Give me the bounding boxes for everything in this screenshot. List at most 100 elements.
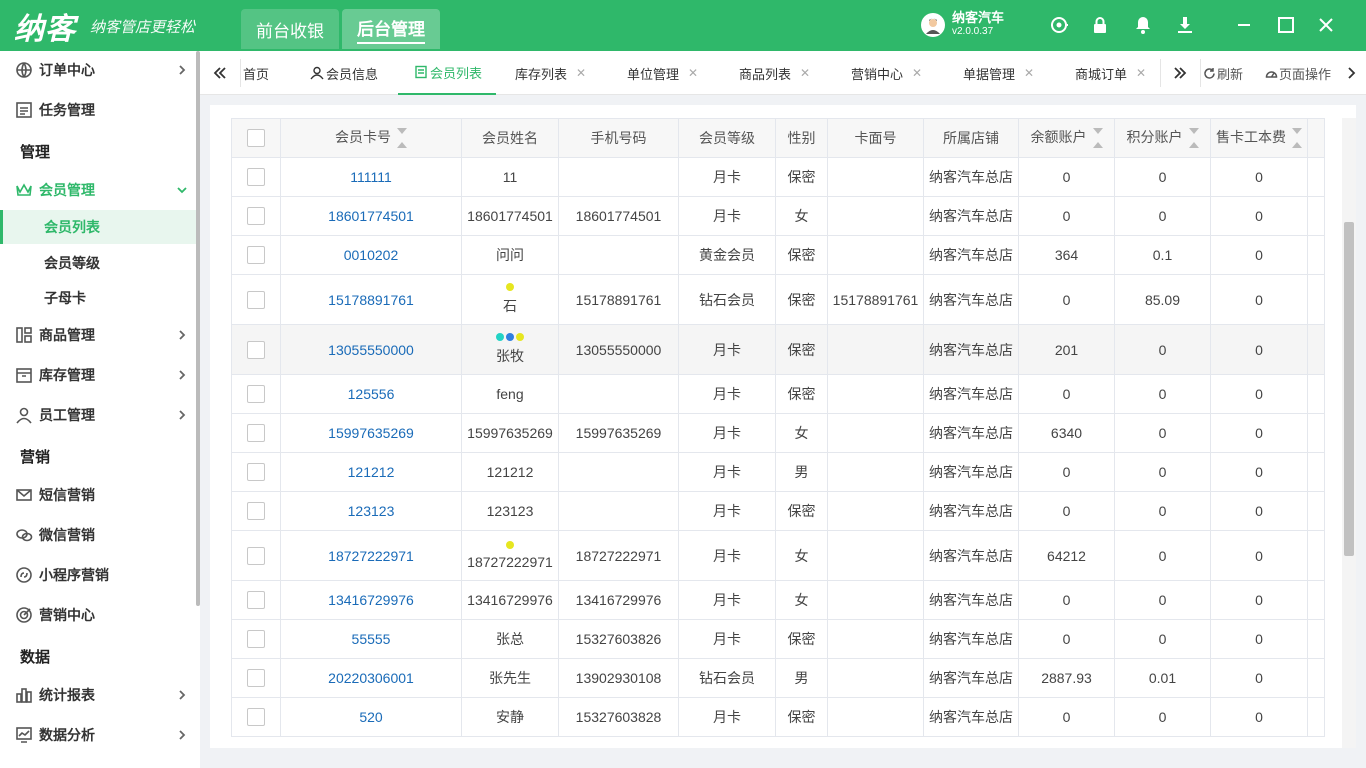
tab-home[interactable]: 首页 — [243, 51, 269, 95]
bell-icon[interactable] — [1132, 14, 1154, 36]
table-row[interactable]: 15178891761 石 15178891761 钻石会员 保密 15178891761… — [231, 274, 1325, 325]
download-icon[interactable] — [1174, 14, 1196, 36]
sidebar-item-marketing-center[interactable]: 营销中心 — [0, 597, 196, 633]
table-row[interactable]: 13055550000 张牧 13055550000 月卡 保密 纳客汽车总店 201 0 0 — [231, 324, 1325, 375]
close-icon[interactable] — [1315, 14, 1337, 36]
tab-bills[interactable]: 单据管理 ✕ — [963, 51, 1034, 95]
sidebar-scrollbar[interactable] — [196, 51, 200, 606]
close-icon[interactable]: ✕ — [800, 66, 810, 80]
member-card-link[interactable]: 18601774501 — [280, 196, 462, 236]
row-checkbox[interactable] — [247, 546, 265, 565]
row-checkbox[interactable] — [247, 669, 265, 688]
member-card-link[interactable]: 15997635269 — [280, 413, 462, 453]
nav-tab-cashier[interactable]: 前台收银 — [241, 9, 339, 49]
tab-stock-list[interactable]: 库存列表 ✕ — [515, 51, 586, 95]
row-checkbox[interactable] — [247, 630, 265, 649]
close-icon[interactable]: ✕ — [1024, 66, 1034, 80]
member-card-link[interactable]: 15178891761 — [280, 274, 462, 325]
tab-marketing[interactable]: 营销中心 ✕ — [851, 51, 922, 95]
tab-goods-list[interactable]: 商品列表 ✕ — [739, 51, 810, 95]
sidebar-sub-member-list[interactable]: 会员列表 — [0, 210, 196, 244]
row-checkbox[interactable] — [247, 207, 265, 226]
column-header[interactable]: 售卡工本费 — [1210, 118, 1308, 158]
close-icon[interactable]: ✕ — [688, 66, 698, 80]
page-ops-chevron-icon[interactable] — [1341, 63, 1361, 83]
sidebar-item-staff[interactable]: 员工管理 — [0, 397, 196, 433]
table-row[interactable]: 123123 123123 月卡 保密 纳客汽车总店 0 0 0 — [231, 491, 1325, 531]
minimize-icon[interactable] — [1233, 14, 1255, 36]
tabs-scroll-left-icon[interactable] — [210, 63, 230, 83]
cell-store: 纳客汽车总店 — [923, 157, 1019, 197]
member-card-link[interactable]: 13055550000 — [280, 324, 462, 375]
user-menu[interactable]: 纳客汽车 v2.0.0.37 — [921, 11, 1004, 39]
tab-unit[interactable]: 单位管理 ✕ — [627, 51, 698, 95]
person-icon — [14, 405, 34, 425]
row-checkbox[interactable] — [247, 385, 265, 404]
sidebar-item-stock[interactable]: 库存管理 — [0, 357, 196, 393]
sidebar-item-tasks[interactable]: 任务管理 — [0, 92, 196, 128]
row-checkbox[interactable] — [247, 246, 265, 265]
member-card-link[interactable]: 123123 — [280, 491, 462, 531]
sidebar-item-wechat[interactable]: 微信营销 — [0, 517, 196, 553]
sidebar-item-goods[interactable]: 商品管理 — [0, 317, 196, 353]
select-all-checkbox[interactable] — [247, 129, 265, 148]
member-card-link[interactable]: 18727222971 — [280, 530, 462, 581]
table-row[interactable]: 111111 11 月卡 保密 纳客汽车总店 0 0 0 — [231, 157, 1325, 197]
sidebar-sub-member-level[interactable]: 会员等级 — [0, 246, 196, 280]
table-row[interactable]: 0010202 问问 黄金会员 保密 纳客汽车总店 364 0.1 0 — [231, 235, 1325, 275]
sort-icon[interactable] — [1092, 127, 1103, 149]
tab-member-info[interactable]: 会员信息 — [310, 51, 378, 95]
table-row[interactable]: 18601774501 18601774501 18601774501 月卡女纳客汽车… — [231, 196, 1325, 236]
row-checkbox[interactable] — [247, 591, 265, 610]
table-row[interactable]: 20220306001 张先生 13902930108 钻石会员男 纳客汽车总店 2887… — [231, 658, 1325, 698]
sort-icon[interactable] — [1188, 127, 1199, 149]
tab-member-list[interactable]: 会员列表 — [398, 51, 497, 95]
member-card-link[interactable]: 520 — [280, 697, 462, 737]
column-header[interactable]: 会员卡号 — [280, 118, 462, 158]
support-icon[interactable] — [1048, 14, 1070, 36]
table-row[interactable]: 15997635269 15997635269 15997635269 月卡女纳客汽车… — [231, 413, 1325, 453]
nav-tab-admin[interactable]: 后台管理 — [342, 9, 440, 49]
member-card-link[interactable]: 55555 — [280, 619, 462, 659]
member-card-link[interactable]: 121212 — [280, 452, 462, 492]
sidebar-sub-sub-card[interactable]: 子母卡 — [0, 281, 196, 315]
sidebar-item-miniapp[interactable]: 小程序营销 — [0, 557, 196, 593]
table-row[interactable]: 121212 121212 月卡男纳客汽车总店 0 0 0 — [231, 452, 1325, 492]
close-icon[interactable]: ✕ — [912, 66, 922, 80]
sidebar-item-orders[interactable]: 订单中心 — [0, 52, 196, 88]
column-header[interactable]: 余额账户 — [1018, 118, 1115, 158]
sidebar-item-sms[interactable]: 短信营销 — [0, 477, 196, 513]
member-card-link[interactable]: 20220306001 — [280, 658, 462, 698]
row-checkbox[interactable] — [247, 708, 265, 727]
tab-mall-orders[interactable]: 商城订单 ✕ — [1075, 51, 1146, 95]
page-ops-button[interactable]: 页面操作 — [1265, 51, 1331, 95]
table-row[interactable]: 125556 feng 月卡 保密 纳客汽车总店 0 0 0 — [231, 374, 1325, 414]
table-row[interactable]: 13416729976 13416729976 13416729976 月卡女纳客汽车… — [231, 580, 1325, 620]
member-card-link[interactable]: 13416729976 — [280, 580, 462, 620]
row-checkbox[interactable] — [247, 290, 265, 309]
sidebar-item-members[interactable]: 会员管理 — [0, 172, 196, 208]
sidebar-item-report[interactable]: 统计报表 — [0, 677, 196, 713]
table-scrollbar-thumb[interactable] — [1344, 222, 1354, 556]
row-checkbox[interactable] — [247, 463, 265, 482]
refresh-button[interactable]: 刷新 — [1203, 51, 1243, 95]
member-card-link[interactable]: 0010202 — [280, 235, 462, 275]
tabs-scroll-right-icon[interactable] — [1170, 63, 1190, 83]
member-card-link[interactable]: 125556 — [280, 374, 462, 414]
sort-icon[interactable] — [1292, 127, 1302, 149]
sidebar-item-analysis[interactable]: 数据分析 — [0, 717, 196, 753]
table-row[interactable]: 55555 张总 15327603826 月卡 保密 纳客汽车总店 0 0 0 — [231, 619, 1325, 659]
table-row[interactable]: 18727222971 18727222971 18727222971 月卡女纳客汽车… — [231, 530, 1325, 581]
column-header[interactable]: 积分账户 — [1114, 118, 1211, 158]
sort-icon[interactable] — [397, 127, 407, 149]
table-row[interactable]: 520 安静 15327603828 月卡 保密 纳客汽车总店 0 0 0 — [231, 697, 1325, 737]
row-checkbox[interactable] — [247, 502, 265, 521]
row-checkbox[interactable] — [247, 424, 265, 443]
row-checkbox[interactable] — [247, 340, 265, 359]
maximize-icon[interactable] — [1275, 14, 1297, 36]
close-icon[interactable]: ✕ — [576, 66, 586, 80]
close-icon[interactable]: ✕ — [1136, 66, 1146, 80]
row-checkbox[interactable] — [247, 168, 265, 187]
lock-icon[interactable] — [1089, 14, 1111, 36]
member-card-link[interactable]: 111111 — [280, 157, 462, 197]
